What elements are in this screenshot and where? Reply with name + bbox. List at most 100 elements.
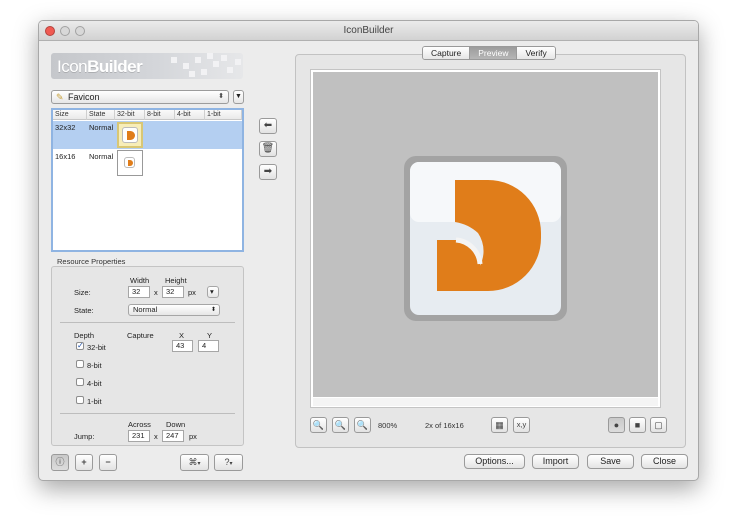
icon-table[interactable]: Size State 32-bit 8-bit 4-bit 1-bit 32x3… bbox=[51, 108, 244, 252]
favicon-preview-icon bbox=[404, 156, 567, 321]
column-header-1bit[interactable]: 1-bit bbox=[205, 110, 242, 120]
square-icon: ■ bbox=[634, 420, 641, 430]
trash-icon: 🗑 bbox=[261, 143, 275, 154]
column-header-32bit[interactable]: 32-bit bbox=[115, 110, 145, 120]
width-field[interactable]: 32 bbox=[128, 286, 150, 298]
table-row[interactable]: 16x16 Normal bbox=[53, 150, 242, 178]
tab-preview[interactable]: Preview bbox=[470, 47, 518, 59]
title-bar: IconBuilder bbox=[39, 21, 698, 41]
jump-label: Jump: bbox=[74, 432, 95, 441]
save-button[interactable]: Save bbox=[587, 454, 634, 469]
chevron-down-icon: ▼ bbox=[235, 93, 242, 100]
resource-properties-panel: Width Height Size: 32 x 32 px ▾ State: N… bbox=[51, 266, 244, 446]
export-right-button[interactable]: ➡ bbox=[259, 164, 277, 180]
state-select[interactable]: Normal ⬍ bbox=[128, 304, 220, 316]
chevron-down-icon: ▾ bbox=[210, 287, 214, 296]
remove-button[interactable]: − bbox=[99, 454, 117, 471]
preview-panel: 🔍 🔍 🔍 800% 2x of 16x16 ▦ x,y ● ■ ▢ bbox=[295, 54, 686, 448]
grid-toggle-button[interactable]: ▦ bbox=[491, 417, 508, 433]
plus-icon: + bbox=[81, 457, 87, 467]
down-field[interactable]: 247 bbox=[162, 430, 184, 442]
minus-icon: − bbox=[105, 457, 111, 467]
height-field[interactable]: 32 bbox=[162, 286, 184, 298]
arrow-left-icon: ⬅ bbox=[263, 120, 273, 131]
depth-4bit-label: 4-bit bbox=[87, 379, 102, 388]
help-menu-button[interactable]: ?▾ bbox=[214, 454, 243, 471]
depth-8bit-label: 8-bit bbox=[87, 361, 102, 370]
zoom-out-button[interactable]: 🔍 bbox=[310, 417, 327, 433]
depth-label: Depth bbox=[74, 331, 95, 340]
zoom-level: 800% bbox=[378, 421, 398, 430]
times-sign: x bbox=[154, 432, 158, 441]
height-label: Height bbox=[165, 276, 187, 285]
down-label: Down bbox=[166, 420, 186, 429]
close-button[interactable]: Close bbox=[641, 454, 688, 469]
size-presets-button[interactable]: ▾ bbox=[207, 286, 219, 298]
size-label: Size: bbox=[74, 288, 91, 297]
chevron-down-icon: ▾ bbox=[229, 461, 233, 467]
depth-4bit-checkbox[interactable] bbox=[76, 378, 84, 386]
import-button[interactable]: Import bbox=[532, 454, 579, 469]
options-button[interactable]: Options... bbox=[464, 454, 525, 469]
across-label: Across bbox=[128, 420, 151, 429]
depth-32bit-checkbox[interactable]: ✓ bbox=[76, 342, 84, 350]
column-header-state[interactable]: State bbox=[87, 110, 115, 120]
zoom-in-button[interactable]: 🔍 bbox=[354, 417, 371, 433]
depth-1bit-label: 1-bit bbox=[87, 397, 102, 406]
info-button[interactable]: ⓘ bbox=[51, 454, 69, 471]
table-header: Size State 32-bit 8-bit 4-bit 1-bit bbox=[53, 110, 242, 120]
iconbuilder-logo: IconBuilder bbox=[51, 53, 243, 79]
canvas-frame bbox=[310, 69, 661, 408]
pencil-icon: ✎ bbox=[56, 92, 64, 102]
depth-1bit-checkbox[interactable] bbox=[76, 396, 84, 404]
column-header-size[interactable]: Size bbox=[53, 110, 87, 120]
add-button[interactable]: + bbox=[75, 454, 93, 471]
row-state: Normal bbox=[89, 152, 114, 161]
bg-frame-button[interactable]: ▢ bbox=[650, 417, 667, 433]
updown-arrows-icon: ⬍ bbox=[218, 93, 224, 100]
coordinates-button[interactable]: x,y bbox=[513, 417, 530, 433]
delete-button[interactable]: 🗑 bbox=[259, 141, 277, 157]
column-header-4bit[interactable]: 4-bit bbox=[175, 110, 205, 120]
capture-label: Capture bbox=[127, 331, 154, 340]
chevron-down-icon: ▾ bbox=[197, 461, 201, 467]
capture-y-field[interactable]: 4 bbox=[198, 340, 219, 352]
capture-x-field[interactable]: 43 bbox=[172, 340, 193, 352]
depth-8bit-checkbox[interactable] bbox=[76, 360, 84, 368]
zoom-info: 2x of 16x16 bbox=[425, 421, 464, 430]
icon-thumbnail-16[interactable] bbox=[117, 150, 143, 176]
favicon-icon bbox=[122, 127, 138, 143]
import-left-button[interactable]: ⬅ bbox=[259, 118, 277, 134]
tab-verify[interactable]: Verify bbox=[517, 47, 555, 59]
zoom-actual-button[interactable]: 🔍 bbox=[332, 417, 349, 433]
updown-arrows-icon: ⬍ bbox=[210, 307, 216, 313]
state-select-value: Normal bbox=[133, 305, 158, 314]
horizontal-scrollbar[interactable] bbox=[313, 398, 658, 406]
grid-icon: ▦ bbox=[495, 420, 504, 430]
arrow-right-icon: ➡ bbox=[263, 166, 273, 177]
coordinates-label: x,y bbox=[516, 420, 527, 429]
state-label: State: bbox=[74, 306, 94, 315]
bg-circle-button[interactable]: ● bbox=[608, 417, 625, 433]
column-header-8bit[interactable]: 8-bit bbox=[145, 110, 175, 120]
divider bbox=[60, 413, 235, 414]
bg-dark-button[interactable]: ■ bbox=[629, 417, 646, 433]
logo-text-bold: Builder bbox=[87, 57, 143, 76]
width-label: Width bbox=[130, 276, 150, 285]
times-sign: x bbox=[154, 288, 158, 297]
favicon-icon bbox=[124, 157, 135, 168]
circle-icon: ● bbox=[613, 420, 620, 430]
resource-menu-button[interactable]: ▼ bbox=[233, 90, 244, 104]
across-field[interactable]: 231 bbox=[128, 430, 150, 442]
resource-properties-title: Resource Properties bbox=[57, 257, 126, 266]
tab-capture[interactable]: Capture bbox=[423, 47, 471, 59]
resource-type-popup[interactable]: ✎ Favicon ⬍ bbox=[51, 90, 229, 104]
row-size: 16x16 bbox=[55, 152, 76, 161]
preview-canvas[interactable] bbox=[313, 72, 658, 397]
table-row[interactable]: 32x32 Normal bbox=[53, 121, 242, 149]
icon-thumbnail-32[interactable] bbox=[117, 122, 143, 148]
magnifier-icon: 🔍 bbox=[334, 420, 347, 430]
command-menu-button[interactable]: ⌘▾ bbox=[180, 454, 209, 471]
zoom-in-icon: 🔍 bbox=[356, 420, 369, 430]
app-window: IconBuilder IconBuilder ✎ Favicon ⬍ ▼ Si… bbox=[38, 20, 699, 481]
